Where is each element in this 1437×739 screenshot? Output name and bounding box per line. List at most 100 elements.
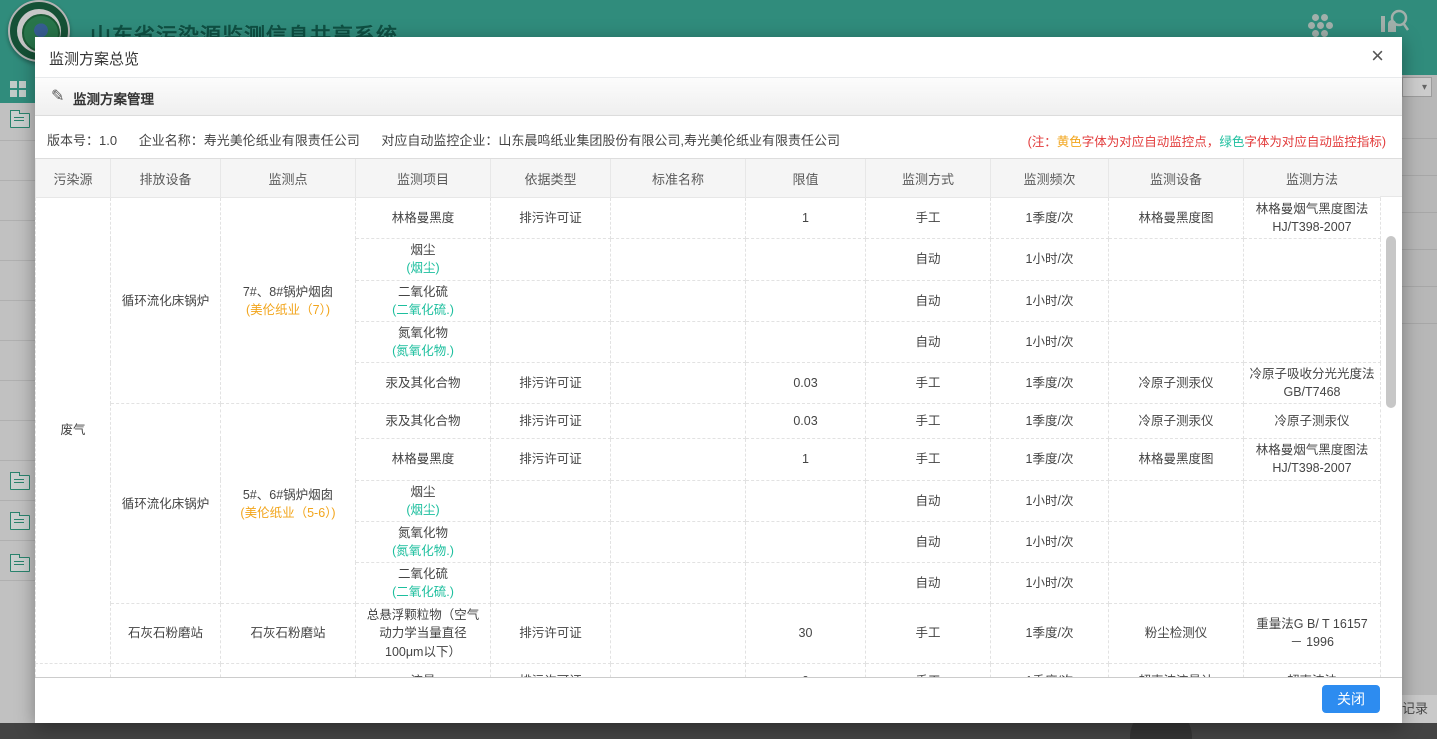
column-header: 监测项目 bbox=[356, 159, 491, 198]
monitoring-plan-modal: 监测方案总览 × ✎ 监测方案管理 版本号：1.0 企业名称：寿光美伦纸业有限责… bbox=[35, 37, 1402, 723]
plan-table-container: 污染源排放设备监测点监测项目依据类型标准名称限值监测方式监测频次监测设备监测方法… bbox=[35, 158, 1402, 678]
company-label: 企业名称： bbox=[139, 133, 204, 148]
table-cell: 烟尘(烟尘) bbox=[356, 239, 491, 280]
table-cell: 1小时/次 bbox=[991, 239, 1109, 280]
auto-monitor-tag: (二氧化硫.) bbox=[361, 301, 485, 319]
table-cell bbox=[746, 521, 866, 562]
auto-monitor-tag: (氮氧化物.) bbox=[361, 342, 485, 360]
table-cell bbox=[491, 480, 611, 521]
note-mid: 字体为对应自动监控点， bbox=[1082, 135, 1220, 149]
auto-company-label: 对应自动监控企业： bbox=[381, 133, 498, 148]
table-cell: 烟尘(烟尘) bbox=[356, 480, 491, 521]
table-cell: 自动 bbox=[866, 280, 991, 321]
close-icon[interactable]: × bbox=[1371, 45, 1384, 67]
table-cell: 氮氧化物(氮氧化物.) bbox=[356, 321, 491, 362]
table-cell: 1季度/次 bbox=[991, 198, 1109, 239]
pencil-icon: ✎ bbox=[51, 86, 64, 106]
table-cell: 林格曼黑度 bbox=[356, 439, 491, 480]
column-header: 监测点 bbox=[221, 159, 356, 198]
table-cell: 1小时/次 bbox=[991, 480, 1109, 521]
close-button[interactable]: 关闭 bbox=[1322, 685, 1380, 713]
version-value: 1.0 bbox=[99, 133, 117, 148]
table-cell bbox=[1244, 563, 1381, 604]
modal-title: 监测方案总览 bbox=[49, 48, 139, 69]
table-cell bbox=[611, 521, 746, 562]
table-row: 循环流化床锅炉5#、6#锅炉烟囱(美伦纸业（5-6）)汞及其化合物排污许可证0.… bbox=[36, 404, 1381, 439]
table-cell: 排污许可证 bbox=[491, 363, 611, 404]
table-cell: 1小时/次 bbox=[991, 280, 1109, 321]
cell-line: 7#、8#锅炉烟囱 bbox=[226, 283, 350, 301]
table-cell: 手工 bbox=[866, 604, 991, 663]
plan-info: 版本号：1.0 企业名称：寿光美伦纸业有限责任公司 对应自动监控企业：山东晨鸣纸… bbox=[47, 130, 858, 149]
table-cell bbox=[611, 439, 746, 480]
note-green-word: 绿色 bbox=[1219, 135, 1244, 149]
table-cell bbox=[746, 480, 866, 521]
table-cell: 林格曼烟气黑度图法HJ/T398-2007 bbox=[1244, 439, 1381, 480]
table-cell bbox=[611, 604, 746, 663]
table-cell bbox=[491, 280, 611, 321]
column-header: 标准名称 bbox=[611, 159, 746, 198]
plan-table-header-row: 污染源排放设备监测点监测项目依据类型标准名称限值监测方式监测频次监测设备监测方法 bbox=[36, 159, 1381, 198]
table-cell bbox=[611, 321, 746, 362]
scrollbar-thumb[interactable] bbox=[1386, 236, 1396, 408]
note-yellow-word: 黄色 bbox=[1057, 135, 1082, 149]
section-header: ✎ 监测方案管理 bbox=[35, 78, 1402, 116]
table-cell bbox=[1244, 280, 1381, 321]
column-header: 污染源 bbox=[36, 159, 111, 198]
table-cell: 手工 bbox=[866, 198, 991, 239]
table-cell bbox=[746, 321, 866, 362]
cell-line: 氮氧化物 bbox=[361, 324, 485, 342]
auto-company-value: 山东晨鸣纸业集团股份有限公司,寿光美伦纸业有限责任公司 bbox=[498, 133, 840, 148]
table-cell: 自动 bbox=[866, 480, 991, 521]
auto-monitor-tag: (烟尘) bbox=[361, 259, 485, 277]
table-cell: 汞及其化合物 bbox=[356, 363, 491, 404]
version-label: 版本号： bbox=[47, 133, 99, 148]
table-cell: 林格曼黑度 bbox=[356, 198, 491, 239]
table-cell bbox=[1109, 480, 1244, 521]
table-cell bbox=[1109, 563, 1244, 604]
table-cell bbox=[491, 321, 611, 362]
table-cell: 手工 bbox=[866, 404, 991, 439]
screen: 山东省污染源监测信息共享系统 询 bbox=[0, 0, 1437, 739]
cell-line: 氮氧化物 bbox=[361, 524, 485, 542]
table-cell: 排污许可证 bbox=[491, 439, 611, 480]
auto-monitor-tag: (二氧化硫.) bbox=[361, 583, 485, 601]
column-header: 监测方式 bbox=[866, 159, 991, 198]
cell-line: 烟尘 bbox=[361, 483, 485, 501]
table-cell: 自动 bbox=[866, 563, 991, 604]
table-cell bbox=[1109, 239, 1244, 280]
table-cell bbox=[1109, 280, 1244, 321]
table-row: 石灰石粉磨站石灰石粉磨站总悬浮颗粒物（空气动力学当量直径100μm以下）排污许可… bbox=[36, 604, 1381, 663]
table-cell: 林格曼黑度图 bbox=[1109, 439, 1244, 480]
table-cell: 30 bbox=[746, 604, 866, 663]
table-cell bbox=[491, 563, 611, 604]
color-legend-note: (注：黄色字体为对应自动监控点，绿色字体为对应自动监控指标) bbox=[1028, 131, 1386, 150]
table-cell: 冷原子测汞仪 bbox=[1244, 404, 1381, 439]
column-header: 限值 bbox=[746, 159, 866, 198]
table-cell: 林格曼烟气黑度图法HJ/T398-2007 bbox=[1244, 198, 1381, 239]
table-cell bbox=[1244, 239, 1381, 280]
plan-table-body: 废气循环流化床锅炉7#、8#锅炉烟囱(美伦纸业（7）)林格曼黑度排污许可证1手工… bbox=[36, 198, 1381, 679]
auto-monitor-tag: (烟尘) bbox=[361, 501, 485, 519]
scrollbar-gutter bbox=[1380, 159, 1402, 197]
table-cell bbox=[1109, 521, 1244, 562]
table-cell bbox=[491, 239, 611, 280]
cell-line: 5#、6#锅炉烟囱 bbox=[226, 486, 350, 504]
table-cell: 林格曼黑度图 bbox=[1109, 198, 1244, 239]
section-title: 监测方案管理 bbox=[73, 88, 154, 108]
table-scrollbar[interactable] bbox=[1388, 196, 1400, 677]
table-cell: 自动 bbox=[866, 321, 991, 362]
note-suffix: 字体为对应自动监控指标) bbox=[1244, 135, 1386, 149]
table-cell: 汞及其化合物 bbox=[356, 404, 491, 439]
table-cell: 二氧化硫(二氧化硫.) bbox=[356, 563, 491, 604]
table-cell: 冷原子吸收分光光度法GB/T7468 bbox=[1244, 363, 1381, 404]
table-cell: 循环流化床锅炉 bbox=[111, 404, 221, 604]
table-cell: 1小时/次 bbox=[991, 321, 1109, 362]
table-cell: 废气 bbox=[36, 198, 111, 664]
table-cell: 石灰石粉磨站 bbox=[111, 604, 221, 663]
table-cell: 手工 bbox=[866, 363, 991, 404]
cell-line: 烟尘 bbox=[361, 241, 485, 259]
table-cell bbox=[746, 239, 866, 280]
table-cell: 石灰石粉磨站 bbox=[221, 604, 356, 663]
table-cell: 1季度/次 bbox=[991, 439, 1109, 480]
